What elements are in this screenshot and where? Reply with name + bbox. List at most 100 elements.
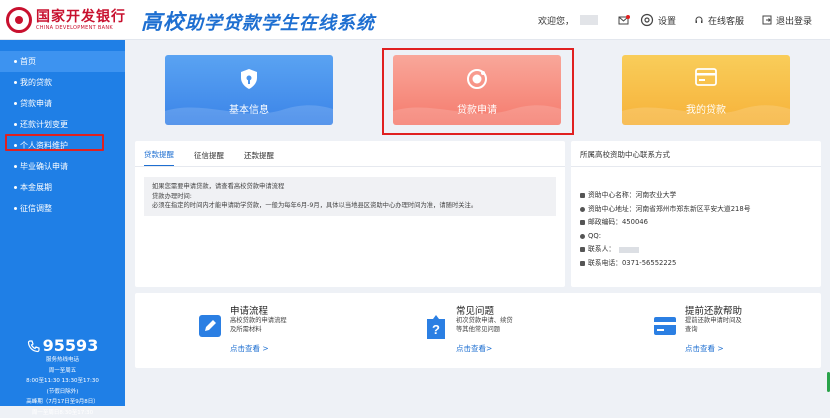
contact-name-label: 资助中心名称： <box>588 189 636 203</box>
contact-qq-label: QQ: <box>588 230 601 244</box>
message-button[interactable] <box>618 15 634 25</box>
contact-row-phone: 联系电话：0371-56552225 <box>580 257 821 271</box>
username-redacted <box>580 15 598 25</box>
top-header: 国家开发银行 CHINA DEVELOPMENT BANK 高校助学贷款学生在线… <box>0 0 830 40</box>
phone-icon <box>580 261 585 266</box>
settings-button[interactable]: 设置 <box>640 13 676 27</box>
reminder-tabs: 贷款提醒 征信提醒 还款提醒 <box>135 141 565 167</box>
headset-icon <box>694 15 704 25</box>
bank-name: 国家开发银行 <box>36 6 126 26</box>
system-title-rest: 助学贷款学生在线系统 <box>185 13 375 34</box>
hotline-hours: 8:00至11:30 13:30至17:30 <box>0 376 125 387</box>
loan-reminder-notice: 如果您需要申请贷款，请查看高校贷款申请流程 贷款办理时间: 必须在指定的时间内才… <box>144 177 556 216</box>
hotline-peak-hours: 周一至周日8:30至17:30 <box>0 408 125 418</box>
highlight-box-loan-card <box>382 48 574 135</box>
contact-person-redacted <box>619 247 639 253</box>
help-desc-line: 初次贷款申请、续贷 <box>456 317 513 326</box>
tab-credit-reminder[interactable]: 征信提醒 <box>194 150 224 166</box>
logout-button[interactable]: 退出登录 <box>762 14 812 27</box>
qq-icon <box>580 234 585 239</box>
sidebar-item-home[interactable]: 首页 <box>0 51 125 72</box>
online-support-button[interactable]: 在线客服 <box>694 14 744 27</box>
notice-line: 必须在指定的时间内才能申请助学贷款，一般为每年6月-9月，具体以当地县区资助中心… <box>152 201 548 211</box>
sidebar-item-my-loans[interactable]: 我的贷款 <box>0 72 125 93</box>
help-section: 申请流程 高校贷款的申请流程及所需材料 点击查看 > ? 常见问题 初次贷款申请… <box>135 293 821 368</box>
help-desc: 提前还款申请时间及查询 <box>685 317 742 334</box>
system-title: 高校助学贷款学生在线系统 <box>141 6 375 36</box>
highlight-box-sidebar <box>5 134 104 151</box>
hotline-holiday: (节假日除外) <box>0 387 125 398</box>
contact-phone-label: 联系电话： <box>588 257 622 271</box>
contact-person-label: 联系人： <box>588 243 615 257</box>
notice-line: 如果您需要申请贷款，请查看高校贷款申请流程 <box>152 182 548 192</box>
repay-card-icon <box>654 315 676 337</box>
location-icon <box>580 207 585 212</box>
tab-loan-reminder[interactable]: 贷款提醒 <box>144 149 174 166</box>
logout-icon <box>762 15 772 25</box>
help-title: 提前还款帮助 <box>685 303 742 317</box>
card-icon <box>695 68 717 86</box>
help-desc-line: 提前还款申请时间及 <box>685 317 742 326</box>
sidebar-item-repayment-plan[interactable]: 还款计划变更 <box>0 114 125 135</box>
help-desc-line: 查询 <box>685 326 742 335</box>
basic-info-card[interactable]: 基本信息 <box>165 55 333 125</box>
contact-address-label: 资助中心地址： <box>588 203 636 217</box>
help-title: 申请流程 <box>230 303 268 317</box>
question-icon: ? <box>425 313 447 339</box>
contact-row-person: 联系人： <box>580 243 821 257</box>
system-title-prefix: 高校 <box>141 10 185 34</box>
contact-zip-label: 邮政编码： <box>588 216 622 230</box>
sidebar-item-extension[interactable]: 本金展期 <box>0 177 125 198</box>
sidebar: 首页 我的贷款 贷款申请 还款计划变更 个人资料维护 毕业确认申请 本金展期 征… <box>0 40 125 406</box>
help-desc: 高校贷款的申请流程及所需材料 <box>230 317 287 334</box>
help-link-faq[interactable]: 点击查看> <box>456 343 492 354</box>
settings-label: 设置 <box>658 14 676 27</box>
header-actions: 欢迎您， 设置 在线客服 退出登录 <box>538 0 830 40</box>
contact-row-address: 资助中心地址：河南省郑州市郑东新区平安大道218号 <box>580 203 821 217</box>
hotline-label: 服务热线电话 <box>0 355 125 366</box>
person-icon <box>580 247 585 252</box>
contact-phone-value: 0371-56552225 <box>622 257 676 271</box>
svg-text:?: ? <box>432 322 440 337</box>
hotline-days: 周一至周五 <box>0 366 125 377</box>
sidebar-item-loan-application[interactable]: 贷款申请 <box>0 93 125 114</box>
mail-icon <box>618 15 630 25</box>
flag-icon <box>580 193 585 198</box>
card-label: 我的贷款 <box>622 101 790 116</box>
sidebar-item-credit[interactable]: 征信调整 <box>0 198 125 219</box>
bank-logo[interactable]: 国家开发银行 CHINA DEVELOPMENT BANK <box>6 5 130 35</box>
shield-icon <box>239 68 259 90</box>
sidebar-item-graduation[interactable]: 毕业确认申请 <box>0 156 125 177</box>
reminders-panel: 贷款提醒 征信提醒 还款提醒 如果您需要申请贷款，请查看高校贷款申请流程 贷款办… <box>135 141 565 287</box>
logout-label: 退出登录 <box>776 14 812 27</box>
bank-logo-mark-icon <box>6 7 32 33</box>
help-link-early-repayment[interactable]: 点击查看 > <box>685 343 724 354</box>
contact-row-qq: QQ: <box>580 230 821 244</box>
hotline-number: 95593 <box>0 336 125 355</box>
help-desc-line: 及所需材料 <box>230 326 287 335</box>
contact-row-name: 资助中心名称：河南农业大学 <box>580 189 821 203</box>
notice-line: 贷款办理时间: <box>152 192 548 202</box>
bank-name-en: CHINA DEVELOPMENT BANK <box>36 25 113 31</box>
mail-icon <box>580 220 585 225</box>
contact-title: 所属高校资助中心联系方式 <box>571 141 821 167</box>
support-label: 在线客服 <box>708 14 744 27</box>
phone-icon <box>27 339 41 353</box>
contact-name-value: 河南农业大学 <box>636 189 677 203</box>
contact-row-zip: 邮政编码：450046 <box>580 216 821 230</box>
my-loans-card[interactable]: 我的贷款 <box>622 55 790 125</box>
welcome-text: 欢迎您， <box>538 14 574 27</box>
help-link-application-process[interactable]: 点击查看 > <box>230 343 269 354</box>
hotline-number-text: 95593 <box>43 336 99 355</box>
contact-list: 资助中心名称：河南农业大学 资助中心地址：河南省郑州市郑东新区平安大道218号 … <box>571 167 821 270</box>
contact-address-value: 河南省郑州市郑东新区平安大道218号 <box>636 203 751 217</box>
card-label: 基本信息 <box>165 101 333 116</box>
help-desc-line: 等其他常见问题 <box>456 326 513 335</box>
help-desc: 初次贷款申请、续贷等其他常见问题 <box>456 317 513 334</box>
gear-icon <box>640 13 654 27</box>
edit-icon <box>199 315 221 337</box>
help-desc-line: 高校贷款的申请流程 <box>230 317 287 326</box>
contact-zip-value: 450046 <box>622 216 648 230</box>
tab-repayment-reminder[interactable]: 还款提醒 <box>244 150 274 166</box>
contact-panel: 所属高校资助中心联系方式 资助中心名称：河南农业大学 资助中心地址：河南省郑州市… <box>571 141 821 287</box>
